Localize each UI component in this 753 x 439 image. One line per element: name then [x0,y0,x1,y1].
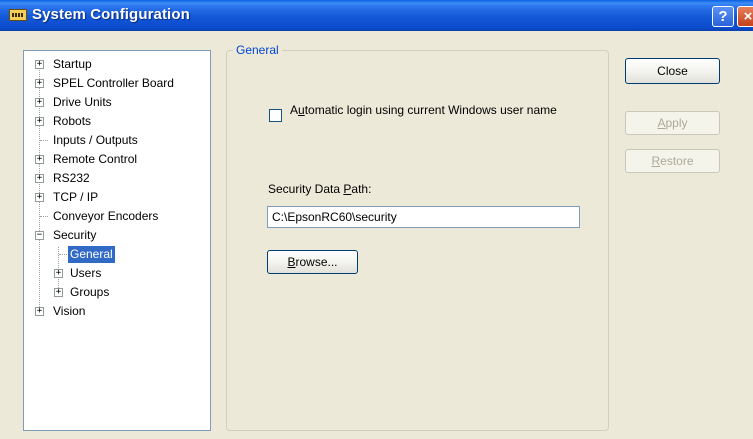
close-button[interactable]: Close [625,58,720,84]
tree-item-label: RS232 [53,171,90,185]
restore-button[interactable]: Restore [625,149,720,173]
tree-item-label: Vision [53,304,86,318]
tree-item-label: Drive Units [53,95,112,109]
collapse-icon[interactable]: − [35,231,44,240]
tree-item-conveyor-encoders[interactable]: Conveyor Encoders [24,208,210,225]
tree-item-label: Groups [70,285,110,299]
tree-item-tcp-ip[interactable]: + TCP / IP [24,189,210,206]
tree-item-vision[interactable]: + Vision [24,303,210,320]
expand-icon[interactable]: + [35,174,44,183]
expand-icon[interactable]: + [35,307,44,316]
browse-button[interactable]: Browse... [267,250,358,274]
close-window-button[interactable]: × [737,6,753,27]
tree-item-label: TCP / IP [53,190,99,204]
expand-icon[interactable]: + [35,117,44,126]
expand-icon[interactable]: + [35,98,44,107]
auto-login-label-post: tomatic login using current Windows user… [304,103,557,117]
tree-connector [40,216,48,217]
tree-item-inputs-outputs[interactable]: Inputs / Outputs [24,132,210,149]
expand-icon[interactable]: + [35,60,44,69]
tree-item-startup[interactable]: + Startup [24,56,210,73]
tree-item-users[interactable]: + Users [24,265,210,282]
groupbox-legend: General [233,43,282,57]
tree-item-robots[interactable]: + Robots [24,113,210,130]
tree-item-rs232[interactable]: + RS232 [24,170,210,187]
auto-login-label[interactable]: Automatic login using current Windows us… [290,104,560,117]
auto-login-label-pre: A [290,103,299,117]
security-data-path-input[interactable] [267,206,580,228]
apply-button[interactable]: Apply [625,111,720,135]
auto-login-checkbox[interactable] [269,109,282,122]
tree-item-label: Startup [53,57,92,71]
config-tree[interactable]: + Startup + SPEL Controller Board + Driv… [23,50,211,431]
tree-item-label: Remote Control [53,152,138,166]
expand-icon[interactable]: + [35,155,44,164]
tree-item-label: Security [53,228,97,242]
tree-item-spel-controller-board[interactable]: + SPEL Controller Board [24,75,210,92]
expand-icon[interactable]: + [54,269,63,278]
tree-item-drive-units[interactable]: + Drive Units [24,94,210,111]
app-icon [9,9,27,21]
tree-connector [59,254,67,255]
auto-login-label-accel: u [298,103,305,117]
tree-item-label: General [68,246,115,263]
apply-accel: A [657,116,666,130]
tree-item-label: Robots [53,114,92,128]
tree-item-label: SPEL Controller Board [53,76,174,90]
restore-accel: R [651,154,661,168]
tree-item-groups[interactable]: + Groups [24,284,210,301]
restore-rest: estore [660,154,694,168]
browse-accel: B [287,255,296,269]
window-title: System Configuration [32,6,190,23]
tree-item-label: Users [70,266,102,280]
tree-item-label: Inputs / Outputs [53,133,138,147]
expand-icon[interactable]: + [35,79,44,88]
title-bar[interactable]: System Configuration ? × [0,0,753,31]
help-button[interactable]: ? [712,6,734,27]
security-data-path-label: Security Data Path: [268,182,371,196]
tree-item-remote-control[interactable]: + Remote Control [24,151,210,168]
tree-item-security-general[interactable]: General [24,246,210,263]
path-label-post: ath: [351,182,372,196]
browse-rest: rowse... [295,255,338,269]
tree-item-label: Conveyor Encoders [53,209,159,223]
tree-connector [40,140,48,141]
tree-item-security[interactable]: − Security [24,227,210,244]
apply-rest: pply [665,116,688,130]
expand-icon[interactable]: + [54,288,63,297]
path-label-pre: Security Data [268,182,344,196]
expand-icon[interactable]: + [35,193,44,202]
